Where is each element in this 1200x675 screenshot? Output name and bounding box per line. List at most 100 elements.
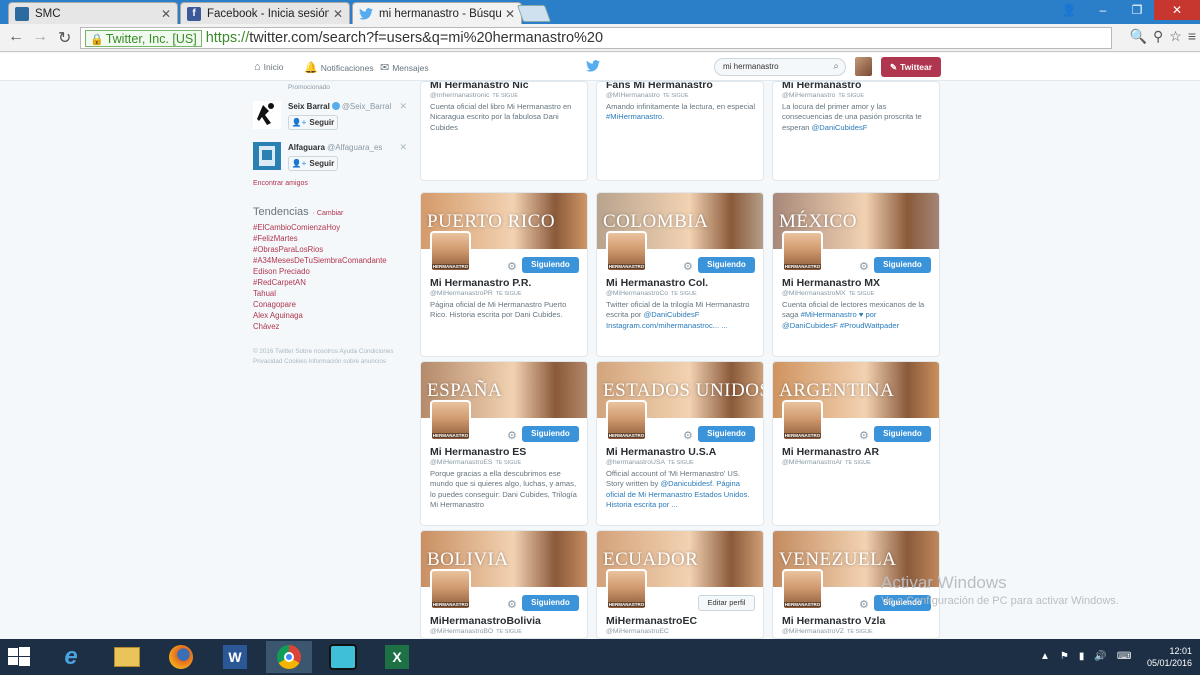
edit-profile-button[interactable]: Editar perfil <box>698 595 755 611</box>
user-handle[interactable]: @MiHermanastroAr Te sigue <box>782 459 871 466</box>
tray-expand-icon[interactable]: ▲ <box>1040 651 1050 662</box>
trend-item[interactable]: #RedCarpetAN <box>253 277 387 288</box>
user-name[interactable]: MiHermanastroBolivia <box>430 615 541 627</box>
twitter-bird-icon[interactable] <box>586 60 600 72</box>
bio-link[interactable]: #MiHermanastro. <box>606 112 664 121</box>
trend-item[interactable]: #FelizMartes <box>253 233 387 244</box>
user-card[interactable]: PUERTO RICO HERMANASTRO ⚙ Siguiendo Mi He… <box>420 192 588 357</box>
user-card[interactable]: ARGENTINA HERMANASTRO ⚙ Siguiendo Mi Herm… <box>772 361 940 526</box>
windows-start-icon[interactable] <box>8 647 30 667</box>
user-name[interactable]: Mi Hermanastro AR <box>782 446 879 458</box>
flag-icon[interactable]: ⚑ <box>1060 651 1069 662</box>
dismiss-icon[interactable]: ✕ <box>399 101 407 112</box>
following-button[interactable]: Siguiendo <box>698 257 755 273</box>
word-icon[interactable]: W <box>212 641 258 673</box>
new-tab-button[interactable] <box>516 5 552 22</box>
reload-icon[interactable]: ↻ <box>58 28 71 48</box>
restore-button[interactable]: ❐ <box>1120 0 1154 20</box>
change-trends-link[interactable]: · Cambiar <box>313 210 344 217</box>
file-explorer-icon[interactable] <box>104 641 150 673</box>
following-button[interactable]: Siguiendo <box>874 426 931 442</box>
nav-messages[interactable]: ✉ Mensajes <box>380 61 429 74</box>
minimize-button[interactable]: – <box>1086 0 1120 20</box>
gear-icon[interactable]: ⚙ <box>859 429 869 442</box>
sidebar-footer[interactable]: © 2016 Twitter Sobre nosotros Ayuda Cond… <box>253 347 403 366</box>
profile-picture[interactable]: HERMANASTRO <box>606 400 647 441</box>
profile-picture[interactable]: HERMANASTRO <box>782 400 823 441</box>
user-name[interactable]: Mi Hermanastro U.S.A <box>606 446 716 458</box>
trend-item[interactable]: #ObrasParaLosRios <box>253 244 387 255</box>
close-window-button[interactable]: ✕ <box>1154 0 1200 20</box>
user-name[interactable]: Mi Hermanastro P.R. <box>430 277 531 289</box>
excel-icon[interactable]: X <box>374 641 420 673</box>
gear-icon[interactable]: ⚙ <box>507 260 517 273</box>
close-tab-icon[interactable]: ✕ <box>333 7 343 21</box>
ev-certificate-badge[interactable]: 🔒 Twitter, Inc. [US] <box>85 29 202 47</box>
profile-picture[interactable]: HERMANASTRO <box>782 569 823 610</box>
user-name[interactable]: Mi Hermanastro Vzla <box>782 615 885 627</box>
nav-home[interactable]: ⌂ Inicio <box>254 61 284 73</box>
user-handle[interactable]: @MiHermanastroVZ Te sigue <box>782 628 873 635</box>
user-card[interactable]: HERMANASTRO ⚙Siguiendo Mi Hermanastro Ni… <box>420 81 588 181</box>
extension-icon[interactable]: ⚲ <box>1153 28 1163 45</box>
chrome-icon[interactable] <box>266 641 312 673</box>
keyboard-icon[interactable]: ⌨ <box>1117 651 1131 662</box>
back-arrow-icon[interactable]: ← <box>8 28 24 46</box>
following-button[interactable]: Siguiendo <box>698 426 755 442</box>
trend-item[interactable]: Chávez <box>253 321 387 332</box>
user-icon[interactable]: 👤 <box>1052 0 1086 20</box>
following-button[interactable]: Siguiendo <box>522 595 579 611</box>
trend-item[interactable]: Conagopare <box>253 299 387 310</box>
gear-icon[interactable]: ⚙ <box>507 598 517 611</box>
user-handle[interactable]: @MiHermanastroMX Te sigue <box>782 290 874 297</box>
user-handle[interactable]: @MiHermanastroPR Te sigue <box>430 290 521 297</box>
profile-picture[interactable]: HERMANASTRO <box>782 231 823 272</box>
tweet-button[interactable]: ✎ Twittear <box>881 57 941 77</box>
user-handle[interactable]: @mhermanastronic Te sigue <box>430 92 518 99</box>
gear-icon[interactable]: ⚙ <box>507 429 517 442</box>
zoom-icon[interactable]: 🔍 <box>1130 28 1147 45</box>
following-button[interactable]: Siguiendo <box>522 257 579 273</box>
user-card[interactable]: MÉXICO HERMANASTRO ⚙ Siguiendo Mi Hermana… <box>772 192 940 357</box>
following-button[interactable]: Siguiendo <box>522 426 579 442</box>
user-name[interactable]: Mi Hermanastro Nic <box>430 82 529 91</box>
user-name[interactable]: Fans Mi Hermanastro <box>606 82 713 91</box>
user-card[interactable]: ECUADOR HERMANASTRO Editar perfil MiHerm… <box>596 530 764 639</box>
profile-picture[interactable]: HERMANASTRO <box>430 400 471 441</box>
close-tab-icon[interactable]: ✕ <box>161 7 171 21</box>
dismiss-icon[interactable]: ✕ <box>399 142 407 153</box>
gear-icon[interactable]: ⚙ <box>683 429 693 442</box>
internet-explorer-icon[interactable]: e <box>48 641 94 673</box>
search-icon[interactable]: ⌕ <box>833 59 839 75</box>
follow-button[interactable]: 👤+ Seguir <box>288 156 338 171</box>
close-tab-icon[interactable]: ✕ <box>505 7 515 21</box>
profile-avatar[interactable] <box>855 57 872 76</box>
gear-icon[interactable]: ⚙ <box>683 260 693 273</box>
user-card[interactable]: COLOMBIA HERMANASTRO ⚙ Siguiendo Mi Herma… <box>596 192 764 357</box>
user-name[interactable]: Mi Hermanastro MX <box>782 277 880 289</box>
profile-picture[interactable]: HERMANASTRO <box>430 569 471 610</box>
who-to-follow-name[interactable]: Alfaguara @Alfaguara_es <box>288 143 382 152</box>
find-friends-link[interactable]: Encontrar amigos <box>253 180 308 187</box>
user-name[interactable]: Mi Hermanastro ES <box>430 446 526 458</box>
user-handle[interactable]: @MiHermanastroES Te sigue <box>430 459 521 466</box>
menu-icon[interactable]: ≡ <box>1188 28 1196 45</box>
browser-tab-facebook[interactable]: f Facebook - Inicia sesión o ✕ <box>180 2 350 24</box>
user-handle[interactable]: @MiHermanastroCo Te sigue <box>606 290 697 297</box>
user-handle[interactable]: @hermanastroUSA Te sigue <box>606 459 694 466</box>
follow-button[interactable]: 👤+ Seguir <box>288 115 338 130</box>
user-name[interactable]: MiHermanastroEC <box>606 615 697 627</box>
user-handle[interactable]: @MiHermanastroEC <box>606 628 672 635</box>
profile-picture[interactable]: HERMANASTRO <box>606 231 647 272</box>
trend-item[interactable]: Edison Preciado <box>253 266 387 277</box>
nav-notifications[interactable]: 🔔 Notificaciones <box>304 61 374 74</box>
bookmark-star-icon[interactable]: ☆ <box>1169 28 1182 45</box>
user-handle[interactable]: @MIHermanastro Te sigue <box>606 92 688 99</box>
user-name[interactable]: Mi Hermanastro <box>782 82 861 91</box>
trend-item[interactable]: Alex Aguinaga <box>253 310 387 321</box>
profile-picture[interactable]: HERMANASTRO <box>606 569 647 610</box>
network-icon[interactable]: ▮ <box>1079 651 1085 662</box>
address-bar[interactable]: 🔒 Twitter, Inc. [US] https://twitter.com/… <box>80 27 1112 49</box>
clock[interactable]: 12:01 05/01/2016 <box>1147 645 1192 669</box>
gear-icon[interactable]: ⚙ <box>859 598 869 611</box>
